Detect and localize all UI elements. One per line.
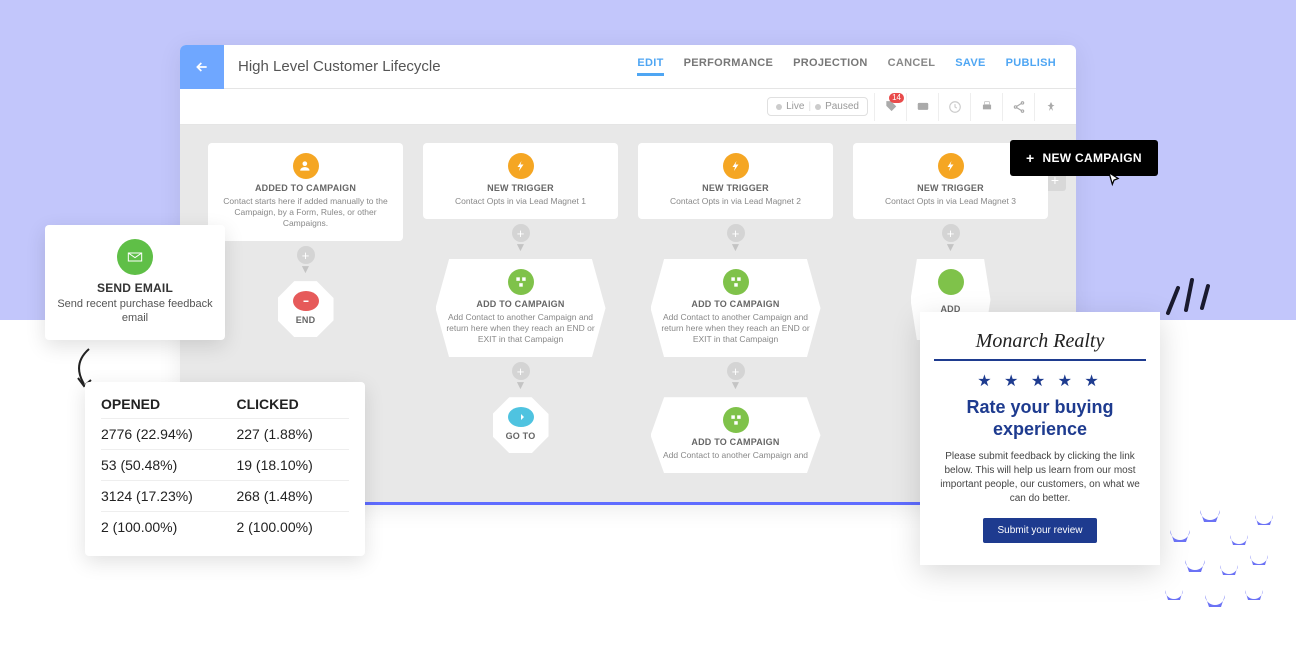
node-title: NEW TRIGGER — [861, 183, 1040, 193]
status-dot-paused — [815, 104, 821, 110]
connector: +▼ — [727, 357, 745, 397]
workflow-column-3: NEW TRIGGER Contact Opts in via Lead Mag… — [638, 143, 833, 473]
tag-icon[interactable]: 14 — [874, 93, 906, 121]
print-icon[interactable] — [970, 93, 1002, 121]
node-title: ADDED TO CAMPAIGN — [216, 183, 395, 193]
stats-header-clicked: CLICKED — [236, 396, 349, 419]
person-add-icon — [293, 153, 319, 179]
campaign-icon — [938, 269, 964, 295]
envelope-icon — [117, 239, 153, 275]
node-desc: Add Contact to another Campaign and retu… — [444, 312, 598, 345]
campaign-icon — [723, 407, 749, 433]
email-preview-card: Monarch Realty ★ ★ ★ ★ ★ Rate your buyin… — [920, 312, 1160, 565]
workflow-column-2: NEW TRIGGER Contact Opts in via Lead Mag… — [423, 143, 618, 473]
email-brand: Monarch Realty — [934, 330, 1146, 353]
node-add-to-campaign[interactable]: ADD TO CAMPAIGN Add Contact to another C… — [436, 259, 606, 357]
table-row: 2776 (22.94%)227 (1.88%) — [101, 419, 349, 450]
connector: +▼ — [942, 219, 960, 259]
toolbar: Live | Paused 14 — [180, 89, 1076, 125]
send-email-desc: Send recent purchase feedback email — [57, 297, 213, 326]
node-title: ADD TO CAMPAIGN — [444, 299, 598, 309]
node-end[interactable]: END — [278, 281, 334, 337]
cursor-icon — [1104, 170, 1124, 197]
new-campaign-label: NEW CAMPAIGN — [1042, 151, 1141, 165]
table-row: 2 (100.00%)2 (100.00%) — [101, 512, 349, 543]
status-pill[interactable]: Live | Paused — [767, 97, 868, 116]
node-title: ADD TO CAMPAIGN — [659, 299, 813, 309]
node-desc: Contact starts here if added manually to… — [216, 196, 395, 229]
bolt-icon — [938, 153, 964, 179]
arrow-right-icon — [508, 407, 534, 427]
node-desc: Add Contact to another Campaign and retu… — [659, 312, 813, 345]
node-title: END — [296, 315, 316, 325]
table-row: 53 (50.48%)19 (18.10%) — [101, 450, 349, 481]
send-email-title: SEND EMAIL — [57, 281, 213, 295]
node-title: NEW TRIGGER — [646, 183, 825, 193]
node-add-to-campaign[interactable]: ADD TO CAMPAIGN Add Contact to another C… — [651, 259, 821, 357]
tab-save[interactable]: SAVE — [955, 57, 985, 76]
tab-cancel[interactable]: CANCEL — [888, 57, 936, 76]
connector: +▼ — [512, 219, 530, 259]
node-desc: Contact Opts in via Lead Magnet 3 — [861, 196, 1040, 207]
status-dot-live — [776, 104, 782, 110]
stats-table: OPENED CLICKED 2776 (22.94%)227 (1.88%) … — [101, 396, 349, 542]
header-bar: High Level Customer Lifecycle EDIT PERFO… — [180, 45, 1076, 89]
page-title: High Level Customer Lifecycle — [238, 58, 637, 75]
submit-review-button[interactable]: Submit your review — [983, 518, 1096, 543]
new-campaign-button[interactable]: + NEW CAMPAIGN — [1010, 140, 1158, 176]
node-desc: Add Contact to another Campaign and — [659, 450, 813, 461]
node-added-to-campaign[interactable]: ADDED TO CAMPAIGN Contact starts here if… — [208, 143, 403, 241]
tab-edit[interactable]: EDIT — [637, 57, 663, 76]
star-rating-icon: ★ ★ ★ ★ ★ — [934, 371, 1146, 391]
header-tabs: EDIT PERFORMANCE PROJECTION CANCEL SAVE … — [637, 57, 1056, 76]
email-desc: Please submit feedback by clicking the l… — [934, 450, 1146, 506]
comment-icon[interactable] — [906, 93, 938, 121]
tab-publish[interactable]: PUBLISH — [1006, 57, 1056, 76]
node-trigger[interactable]: NEW TRIGGER Contact Opts in via Lead Mag… — [638, 143, 833, 219]
decorative-strokes — [1158, 268, 1218, 328]
node-title: NEW TRIGGER — [431, 183, 610, 193]
stats-card: OPENED CLICKED 2776 (22.94%)227 (1.88%) … — [85, 382, 365, 556]
bolt-icon — [723, 153, 749, 179]
campaign-icon — [723, 269, 749, 295]
send-email-card: SEND EMAIL Send recent purchase feedback… — [45, 225, 225, 340]
tab-projection[interactable]: PROJECTION — [793, 57, 868, 76]
tab-performance[interactable]: PERFORMANCE — [684, 57, 773, 76]
node-add-to-campaign[interactable]: ADD TO CAMPAIGN Add Contact to another C… — [651, 397, 821, 473]
status-paused-label: Paused — [825, 101, 859, 112]
table-row: 3124 (17.23%)268 (1.48%) — [101, 481, 349, 512]
stats-header-opened: OPENED — [101, 396, 236, 419]
node-trigger[interactable]: NEW TRIGGER Contact Opts in via Lead Mag… — [423, 143, 618, 219]
node-desc: Contact Opts in via Lead Magnet 2 — [646, 196, 825, 207]
email-title: Rate your buying experience — [934, 397, 1146, 440]
node-title: ADD TO CAMPAIGN — [659, 437, 813, 447]
history-icon[interactable] — [938, 93, 970, 121]
bolt-icon — [508, 153, 534, 179]
plus-icon: + — [1026, 150, 1034, 166]
decorative-brush — [1160, 500, 1290, 630]
connector: +▼ — [727, 219, 745, 259]
connector: +▼ — [297, 241, 315, 281]
brand-divider — [934, 359, 1146, 361]
node-desc: Contact Opts in via Lead Magnet 1 — [431, 196, 610, 207]
status-live-label: Live — [786, 101, 804, 112]
stop-icon — [293, 291, 319, 311]
node-goto[interactable]: GO TO — [493, 397, 549, 453]
pin-icon[interactable] — [1034, 93, 1066, 121]
node-title: GO TO — [506, 431, 536, 441]
notification-badge: 14 — [889, 93, 904, 103]
back-button[interactable] — [180, 45, 224, 89]
campaign-icon — [508, 269, 534, 295]
share-icon[interactable] — [1002, 93, 1034, 121]
connector: +▼ — [512, 357, 530, 397]
